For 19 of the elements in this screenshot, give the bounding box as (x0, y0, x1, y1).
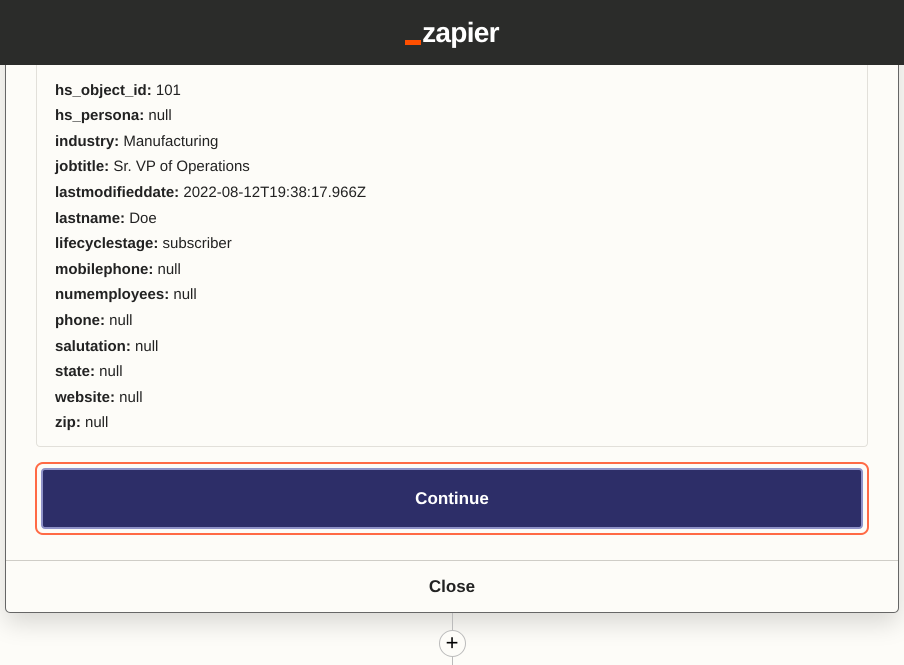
continue-button[interactable]: Continue (41, 468, 863, 529)
field-row-text: mobilephone: null (55, 260, 182, 280)
field-row-text: jobtitle: Sr. VP of Operations (55, 157, 251, 178)
field-row-text: lastname: Doe (55, 208, 158, 229)
field-row-text: numemployees: null (55, 285, 198, 306)
close-button[interactable]: Close (6, 560, 898, 612)
logo-text: zapier (422, 18, 499, 48)
field-row-text: zip: null (55, 413, 110, 434)
field-row-text: lifecyclestage: subscriber (55, 234, 233, 254)
logo-mark-icon (405, 40, 422, 44)
field-row-text: hs_object_id: 101 (55, 80, 182, 101)
field-row-text: lastmodifieddate: 2022-08-12T19:38:17.966Z (55, 182, 367, 203)
field-row-text: phone: null (55, 310, 134, 331)
field-row-text: industry: Manufacturing (55, 132, 220, 152)
field-row-text: state: null (55, 362, 124, 382)
add-step-button[interactable]: + (438, 630, 466, 657)
field-row-text: salutation: null (55, 336, 160, 357)
field-row-text: website: null (55, 388, 144, 408)
field-row-text: hs_persona: null (55, 106, 173, 126)
